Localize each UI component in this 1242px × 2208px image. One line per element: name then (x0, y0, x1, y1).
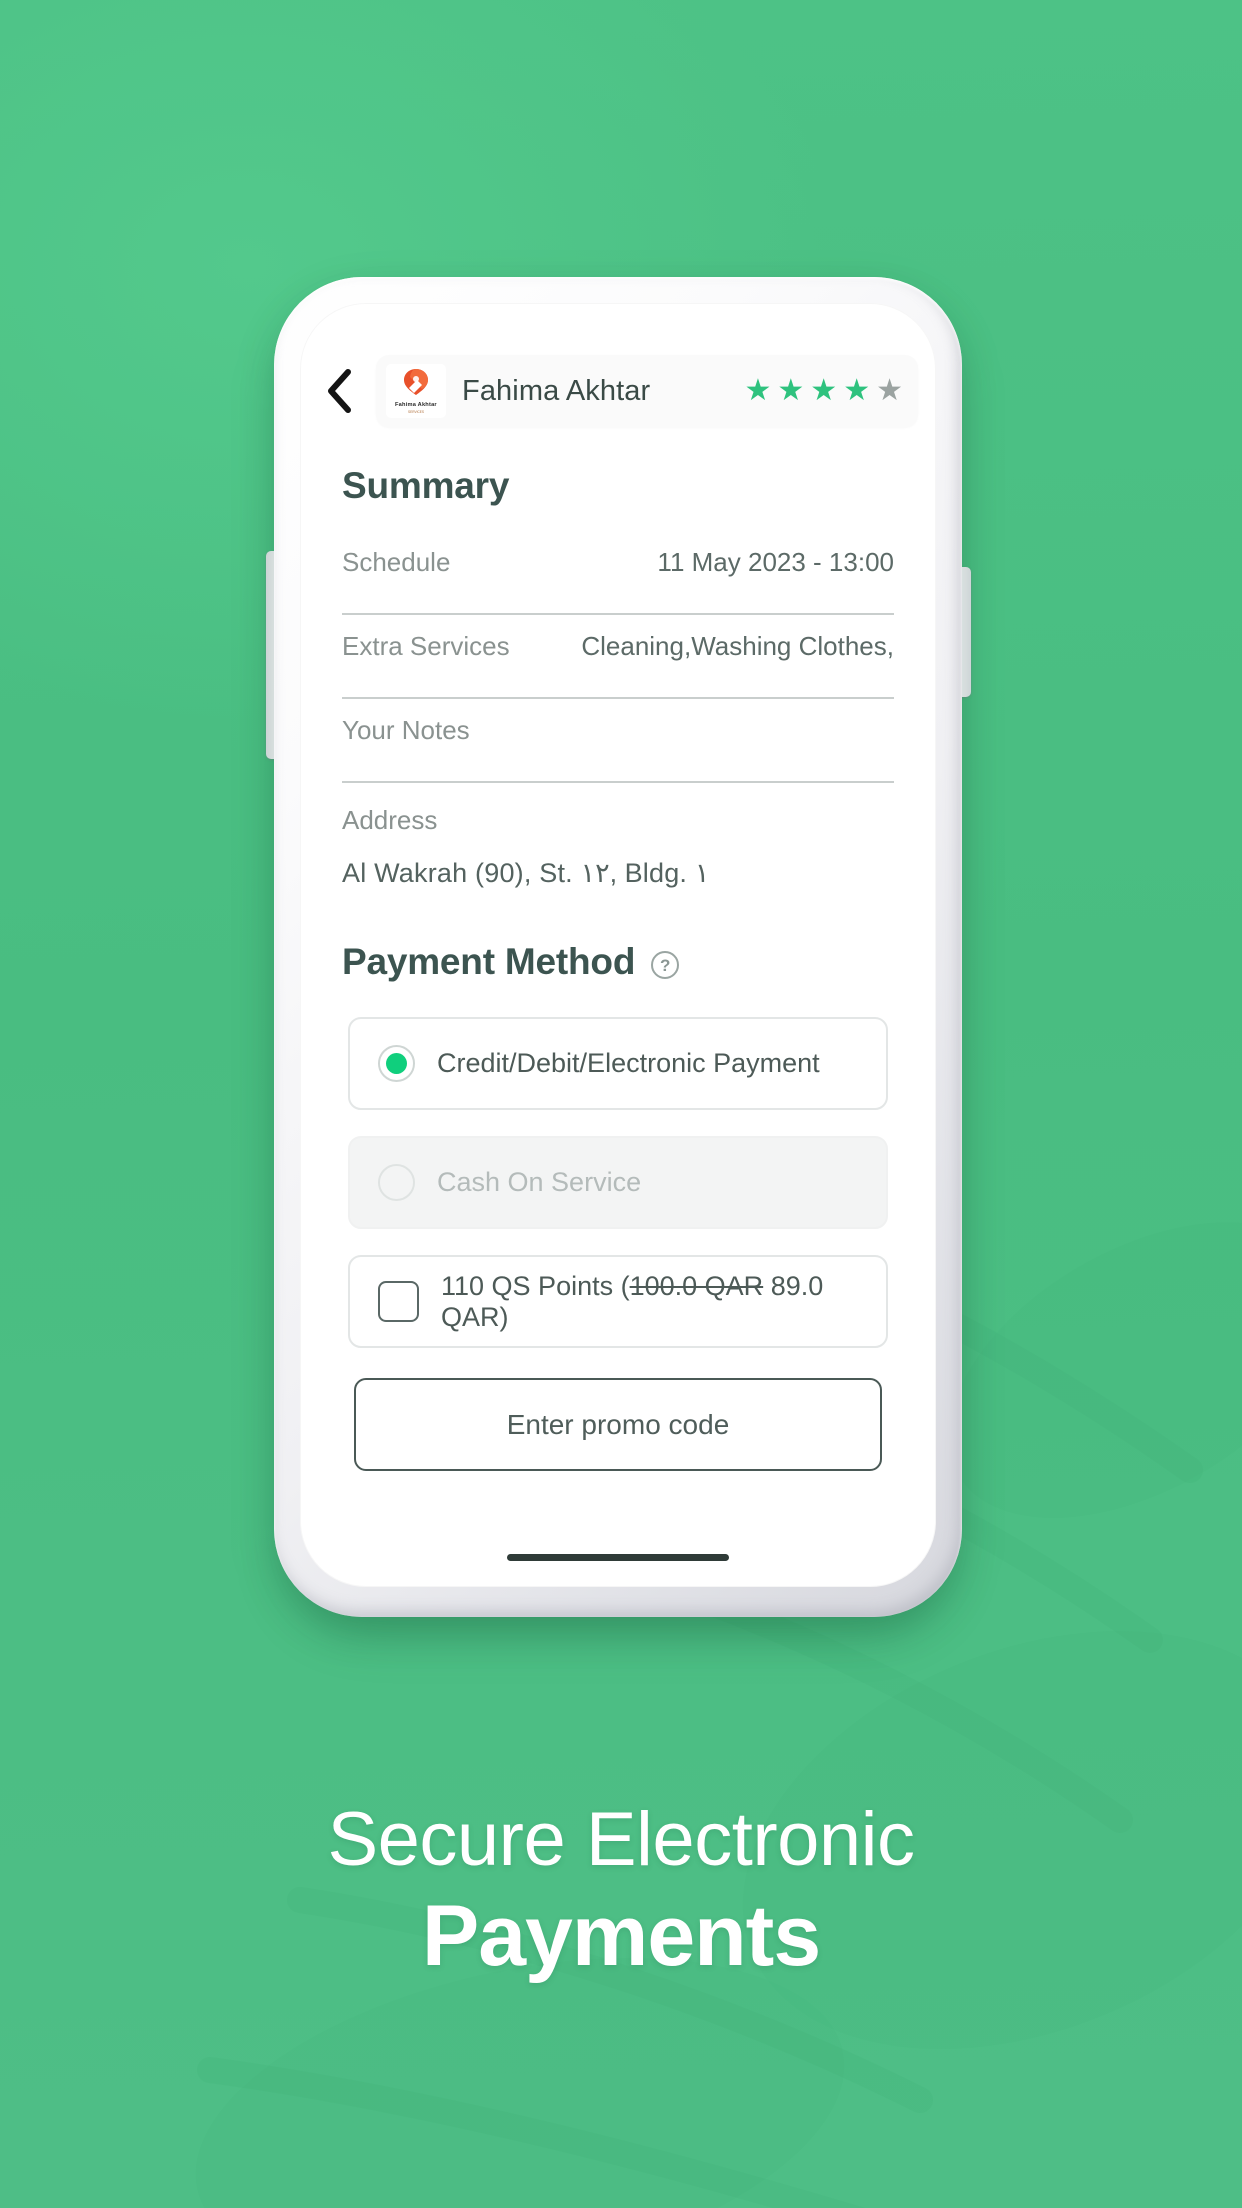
checkbox-qs-points[interactable] (378, 1281, 419, 1322)
star-icon-5: ★ (876, 374, 903, 407)
home-indicator[interactable] (507, 1554, 729, 1561)
qs-points-prefix: 110 QS Points ( (441, 1270, 630, 1301)
back-button[interactable] (316, 365, 362, 417)
payment-method-header: Payment Method ? (300, 889, 936, 983)
radio-selected-dot (386, 1053, 407, 1074)
rating-stars: ★ ★ ★ ★ ★ (744, 376, 905, 406)
payment-option-label: Cash On Service (437, 1167, 642, 1197)
summary-row-extra-services: Extra Services Cleaning,Washing Clothes, (342, 615, 894, 699)
phone-mockup: Fahima Akhtar SERVICES Fahima Akhtar ★ ★… (266, 277, 971, 1629)
star-icon-3: ★ (810, 374, 838, 407)
star-icon-2: ★ (777, 374, 805, 407)
qs-points-new-price (763, 1271, 771, 1301)
payment-method-title: Payment Method (342, 941, 636, 982)
avatar: Fahima Akhtar SERVICES (386, 364, 446, 418)
summary-value-extra-services: Cleaning,Washing Clothes, (581, 631, 894, 661)
caption-line-1: Secure Electronic (327, 1797, 915, 1882)
summary-row-your-notes[interactable]: Your Notes (342, 699, 894, 783)
radio-button-cash (378, 1164, 415, 1201)
phone-frame: Fahima Akhtar SERVICES Fahima Akhtar ★ ★… (274, 277, 962, 1617)
provider-card[interactable]: Fahima Akhtar SERVICES Fahima Akhtar ★ ★… (376, 355, 918, 427)
summary-label-extra-services: Extra Services (342, 631, 510, 661)
provider-name: Fahima Akhtar (462, 374, 651, 407)
avatar-brand-sub: SERVICES (407, 409, 425, 414)
address-block: Address Al Wakrah (90), St. ١٢, Bldg. ١ (300, 783, 936, 889)
payment-option-card[interactable]: Credit/Debit/Electronic Payment (348, 1017, 888, 1110)
payment-options-list: Credit/Debit/Electronic Payment Cash On … (300, 983, 936, 1348)
payment-option-card: Cash On Service (348, 1136, 888, 1229)
summary-label-your-notes: Your Notes (342, 715, 470, 745)
address-label: Address (342, 805, 438, 835)
summary-value-schedule: 11 May 2023 - 13:00 (657, 547, 894, 577)
app-header: Fahima Akhtar SERVICES Fahima Akhtar ★ ★… (300, 355, 936, 427)
summary-label-schedule: Schedule (342, 547, 451, 577)
summary-row-schedule: Schedule 11 May 2023 - 13:00 (342, 531, 894, 615)
phone-screen: Fahima Akhtar SERVICES Fahima Akhtar ★ ★… (300, 303, 936, 1587)
question-mark-icon[interactable]: ? (651, 951, 680, 979)
star-icon-4: ★ (843, 374, 871, 407)
caption-line-2: Payments (421, 1887, 821, 1984)
qs-points-option-card[interactable]: 110 QS Points (100.0 QAR 89.0 QAR) (348, 1255, 888, 1348)
chevron-left-icon (326, 369, 352, 413)
summary-list: Schedule 11 May 2023 - 13:00 Extra Servi… (300, 507, 936, 783)
payment-option-label: Credit/Debit/Electronic Payment (437, 1048, 820, 1078)
qs-points-label: 110 QS Points (100.0 QAR 89.0 QAR) (441, 1271, 858, 1333)
qs-points-suffix: ) (499, 1301, 509, 1332)
star-icon-1: ★ (744, 374, 772, 407)
marketing-caption: Secure Electronic Payments (0, 1800, 1242, 1984)
enter-promo-code-button[interactable]: Enter promo code (354, 1378, 882, 1471)
summary-title: Summary (342, 465, 510, 506)
address-value: Al Wakrah (90), St. ١٢, Bldg. ١ (342, 858, 710, 888)
avatar-brand-name: Fahima Akhtar (395, 402, 437, 409)
qs-points-old-price: 100.0 QAR (629, 1270, 764, 1301)
provider-logo-icon (403, 368, 429, 401)
radio-button-credit[interactable] (378, 1045, 415, 1082)
